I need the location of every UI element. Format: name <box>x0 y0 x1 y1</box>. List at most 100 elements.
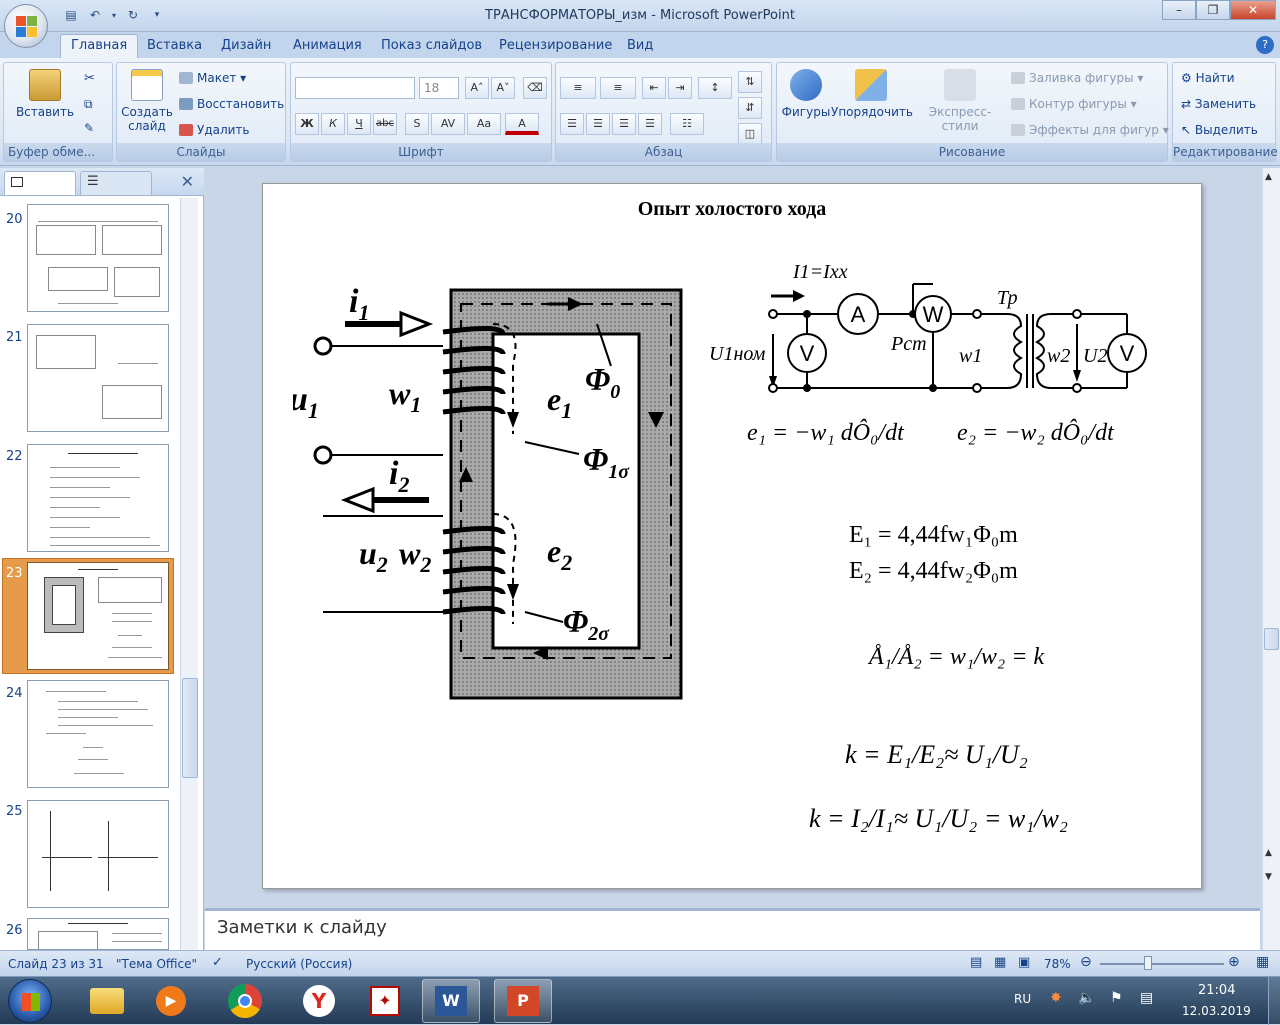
sorter-view-icon[interactable]: ▦ <box>994 955 1006 970</box>
zoom-level[interactable]: 78% <box>1044 957 1071 971</box>
thumbnails-scrollbar[interactable] <box>180 198 198 950</box>
select-button[interactable]: ↖ Выделить <box>1181 123 1258 137</box>
taskbar-powerpoint[interactable]: P <box>494 979 552 1023</box>
replace-button[interactable]: ⇄ Заменить <box>1181 97 1256 111</box>
bullets-icon[interactable]: ≡ <box>560 77 596 99</box>
strikethrough-button[interactable]: abc <box>373 113 397 135</box>
zoom-slider[interactable] <box>1100 963 1224 965</box>
thumbnails-scroll-thumb[interactable] <box>182 678 198 778</box>
taskbar-media-player[interactable]: ▶ <box>142 979 200 1023</box>
line-spacing-icon[interactable]: ↕ <box>698 77 732 99</box>
shadow-button[interactable]: S <box>405 113 429 135</box>
align-center-icon[interactable]: ☰ <box>586 113 610 135</box>
shape-effects-button[interactable]: Эффекты для фигур ▾ <box>1011 123 1169 137</box>
italic-button[interactable]: К <box>321 113 345 135</box>
shape-fill-button[interactable]: Заливка фигуры ▾ <box>1011 71 1143 85</box>
tray-antivirus-icon[interactable]: ✸ <box>1050 990 1062 1006</box>
shrink-font-button[interactable]: A˅ <box>491 77 515 99</box>
slide-thumbnail-24[interactable] <box>27 680 169 788</box>
slide-scrollbar[interactable]: ▲ ▲ ▼ <box>1262 168 1280 950</box>
slide-thumbnail-26[interactable] <box>27 918 169 950</box>
slide-thumbnail-25[interactable] <box>27 800 169 908</box>
tab-view[interactable]: Вид <box>627 38 653 53</box>
zoom-slider-thumb[interactable] <box>1144 956 1152 970</box>
align-left-icon[interactable]: ☰ <box>560 113 584 135</box>
clock-time[interactable]: 21:04 <box>1198 983 1235 998</box>
smartart-icon[interactable]: ◫ <box>738 123 762 145</box>
office-button[interactable] <box>4 4 48 48</box>
grow-font-button[interactable]: A˄ <box>465 77 489 99</box>
tab-slideshow[interactable]: Показ слайдов <box>381 38 482 53</box>
slides-tab[interactable] <box>4 171 76 195</box>
font-size-combo[interactable]: 18 <box>419 77 459 99</box>
tab-home[interactable]: Главная <box>60 34 139 59</box>
minimize-button[interactable]: – <box>1162 0 1196 20</box>
taskbar-acrobat[interactable]: ✦ <box>356 979 414 1023</box>
tab-insert[interactable]: Вставка <box>147 38 202 53</box>
slide-thumbnail-21[interactable] <box>27 324 169 432</box>
change-case-button[interactable]: Aa <box>467 113 501 135</box>
arrange-button[interactable]: Упорядочить <box>831 69 913 119</box>
normal-view-icon[interactable]: ▤ <box>970 955 982 970</box>
shapes-button[interactable]: Фигуры <box>779 69 833 119</box>
decrease-indent-icon[interactable]: ⇤ <box>642 77 666 99</box>
tab-animation[interactable]: Анимация <box>293 38 362 53</box>
bold-button[interactable]: Ж <box>295 113 319 135</box>
pane-close-icon[interactable]: ✕ <box>181 172 194 191</box>
align-text-icon[interactable]: ⇵ <box>738 97 762 119</box>
outline-tab[interactable]: ☰ <box>80 171 152 195</box>
copy-icon[interactable]: ⧉ <box>84 97 93 112</box>
columns-icon[interactable]: ☷ <box>670 113 704 135</box>
delete-slide-button[interactable]: Удалить <box>179 123 250 137</box>
justify-icon[interactable]: ☰ <box>638 113 662 135</box>
paste-button[interactable]: Вставить <box>10 69 80 119</box>
text-direction-icon[interactable]: ⇅ <box>738 71 762 93</box>
clear-format-icon[interactable]: ⌫ <box>523 77 547 99</box>
find-button[interactable]: ⚙ Найти <box>1181 71 1235 85</box>
notes-pane[interactable]: Заметки к слайду <box>205 908 1260 950</box>
clock-date[interactable]: 12.03.2019 <box>1182 1004 1251 1018</box>
scroll-up-icon[interactable]: ▲ <box>1265 172 1272 182</box>
slide-scroll-thumb[interactable] <box>1264 628 1279 650</box>
volume-icon[interactable]: 🔈 <box>1078 990 1095 1006</box>
underline-button[interactable]: Ч <box>347 113 371 135</box>
zoom-out-icon[interactable]: ⊖ <box>1080 954 1092 970</box>
layout-button[interactable]: Макет ▾ <box>179 71 246 85</box>
slide-thumbnail-20[interactable] <box>27 204 169 312</box>
maximize-button[interactable]: ❐ <box>1196 0 1230 20</box>
reset-button[interactable]: Восстановить <box>179 97 284 111</box>
taskbar-chrome[interactable] <box>216 979 274 1023</box>
help-icon[interactable]: ? <box>1256 36 1274 54</box>
slide-thumbnail-22[interactable] <box>27 444 169 552</box>
shape-outline-button[interactable]: Контур фигуры ▾ <box>1011 97 1137 111</box>
fit-to-window-icon[interactable]: ▦ <box>1256 954 1269 970</box>
taskbar-word[interactable]: W <box>422 979 480 1023</box>
char-spacing-button[interactable]: AV <box>431 113 465 135</box>
slideshow-view-icon[interactable]: ▣ <box>1018 955 1030 970</box>
close-button[interactable]: ✕ <box>1230 0 1276 20</box>
zoom-in-icon[interactable]: ⊕ <box>1228 954 1240 970</box>
prev-slide-icon[interactable]: ▲ <box>1265 848 1272 858</box>
increase-indent-icon[interactable]: ⇥ <box>668 77 692 99</box>
new-slide-button[interactable]: Создать слайд <box>119 69 175 133</box>
network-icon[interactable]: ▤ <box>1140 990 1153 1006</box>
format-painter-icon[interactable]: ✎ <box>84 121 94 135</box>
taskbar-explorer[interactable] <box>78 979 136 1023</box>
slide-thumbnail-23[interactable] <box>27 562 169 670</box>
flag-icon[interactable]: ⚑ <box>1110 990 1123 1006</box>
quick-styles-button[interactable]: Экспресс-стили <box>913 69 1007 133</box>
show-desktop-button[interactable] <box>1268 977 1280 1025</box>
tab-review[interactable]: Рецензирование <box>499 38 612 53</box>
spellcheck-icon[interactable]: ✓ <box>212 955 223 970</box>
next-slide-icon[interactable]: ▼ <box>1265 872 1272 882</box>
taskbar-yandex[interactable]: Y <box>290 979 348 1023</box>
language-indicator[interactable]: Русский (Россия) <box>246 957 352 971</box>
align-right-icon[interactable]: ☰ <box>612 113 636 135</box>
font-name-combo[interactable] <box>295 77 415 99</box>
font-color-button[interactable]: A <box>505 113 539 135</box>
numbering-icon[interactable]: ≡ <box>600 77 636 99</box>
tab-design[interactable]: Дизайн <box>221 38 271 53</box>
start-button[interactable] <box>8 979 52 1023</box>
keyboard-language[interactable]: RU <box>1014 992 1031 1006</box>
cut-icon[interactable]: ✂ <box>84 71 95 86</box>
